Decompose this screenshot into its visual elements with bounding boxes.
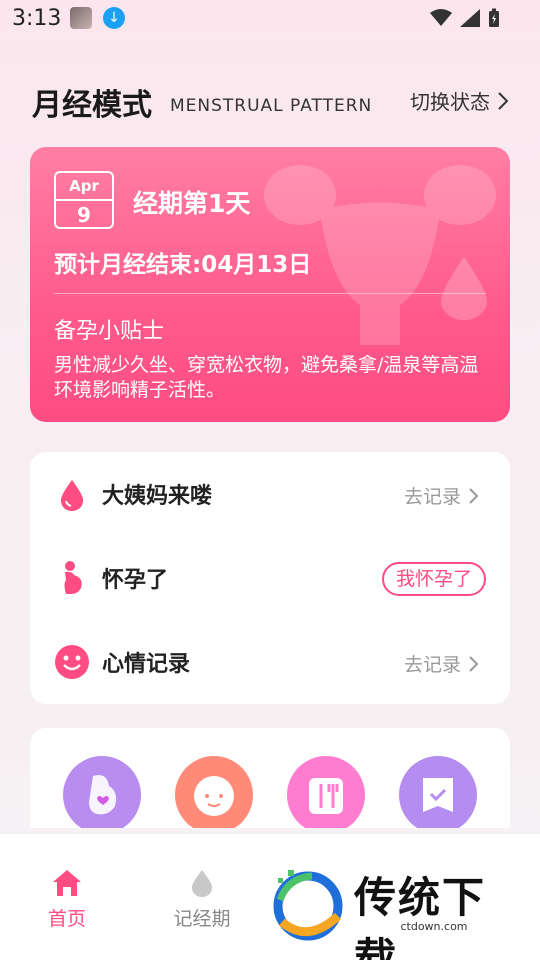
record-row-period[interactable]: 大姨妈来喽 去记录 [30,452,510,536]
pregnant-icon [64,561,82,594]
record-label: 怀孕了 [102,568,169,593]
calendar-divider [56,199,112,201]
chevron-right-icon [469,487,478,504]
period-status-card: Apr 9 经期第1天 预计月经结束:04月13日 备孕小贴士 男性减少久坐、穿… [30,147,510,422]
nav-record-period-label: 记经期 [173,908,231,930]
status-bar: 3:13 ↓ [0,0,540,40]
home-icon [53,870,81,896]
bottom-nav: 首页 记经期 传统下载 ctdown.com [0,833,540,960]
system-icons [430,8,500,28]
record-action[interactable]: 去记录 [404,482,478,509]
status-time: 3:13 [12,6,62,31]
calendar-month: Apr [69,177,99,195]
period-day-text: 经期第1天 [133,189,251,218]
tools-card [30,728,510,828]
record-label: 心情记录 [102,652,191,677]
wifi-icon [430,9,452,26]
drop-icon [60,480,84,511]
record-row-pregnant: 怀孕了 我怀孕了 [30,536,510,620]
calendar-badge: Apr 9 [54,171,114,229]
watermark-url: ctdown.com [400,920,468,933]
record-action[interactable]: 去记录 [404,650,478,677]
chevron-right-icon [469,655,478,672]
nav-home-label: 首页 [47,908,86,930]
nav-record-period[interactable]: 记经期 [152,868,252,931]
record-list-card: 大姨妈来喽 去记录 怀孕了 我怀孕了 心情记录 去记录 [30,452,510,704]
record-action-label: 去记录 [403,486,461,508]
record-action-label: 去记录 [403,654,461,676]
notification-avatar-icon [70,7,92,29]
baby-tool-icon[interactable] [175,756,253,828]
food-tool-icon[interactable] [287,756,365,828]
watermark-title: 传统下载 [354,873,487,960]
drop-icon [191,870,213,897]
calendar-day: 9 [77,203,91,227]
page-title: 月经模式 [32,88,152,123]
download-icon: ↓ [103,7,125,29]
card-divider [54,293,486,294]
signal-icon [460,9,480,27]
page-subtitle: MENSTRUAL PATTERN [170,96,373,116]
checklist-tool-icon[interactable] [399,756,477,828]
switch-state-button[interactable]: 切换状态 [410,86,508,115]
tip-title: 备孕小贴士 [54,319,165,344]
smile-icon [55,645,89,679]
watermark-logo-icon [273,870,343,941]
record-row-mood[interactable]: 心情记录 去记录 [30,620,510,704]
expected-end-text: 预计月经结束:04月13日 [54,252,312,278]
i-am-pregnant-button[interactable]: 我怀孕了 [381,562,486,596]
watermark-logo: 传统下载 ctdown.com [268,864,518,960]
mode-header: 月经模式 MENSTRUAL PATTERN 切换状态 [32,80,508,124]
pregnancy-tool-icon[interactable] [63,756,141,828]
battery-icon [489,8,499,27]
drop-decoration-icon [440,257,488,321]
tip-text: 男性减少久坐、穿宽松衣物，避免桑拿/温泉等高温环境影响精子活性。 [54,354,479,401]
record-label: 大姨妈来喽 [102,484,213,509]
nav-home[interactable]: 首页 [17,868,117,931]
switch-state-label: 切换状态 [410,90,490,114]
chevron-right-icon [498,91,508,110]
